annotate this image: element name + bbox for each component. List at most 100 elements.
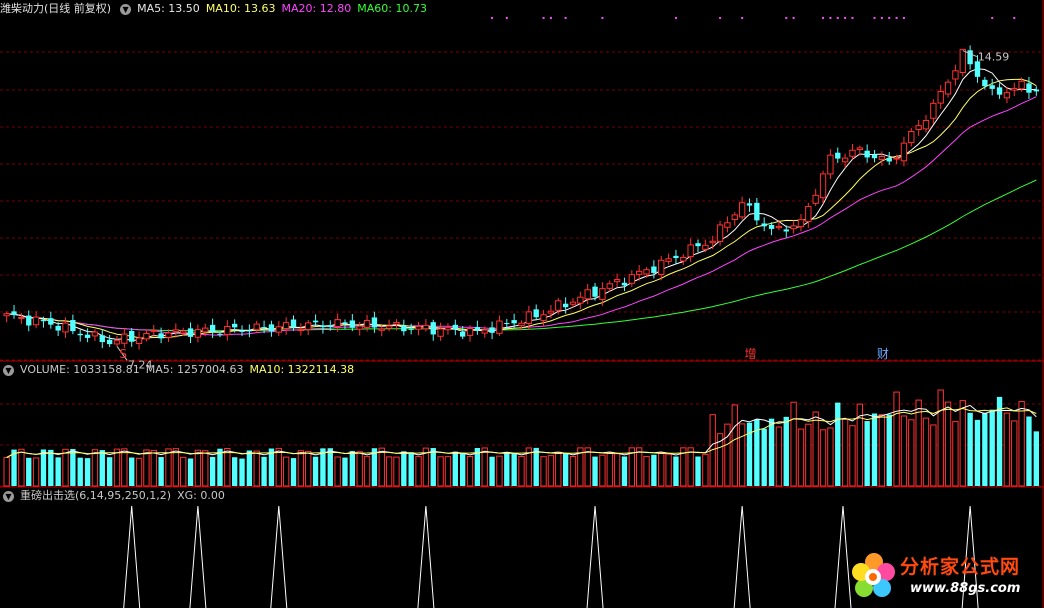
signal-dot [549, 17, 552, 19]
candle-body [1003, 92, 1011, 99]
ma5-line [6, 68, 1037, 342]
volume-bar [158, 457, 164, 486]
volume-bar [569, 455, 577, 487]
stock-chart[interactable]: 14.59 7.24S 增 财 [0, 0, 1044, 608]
volume-bar [135, 457, 143, 487]
volume-bar [952, 421, 959, 487]
candle-body [547, 310, 555, 314]
candle-body [959, 48, 966, 73]
volume-bar [783, 416, 789, 486]
xg-signal-spike [417, 505, 435, 608]
candle-body [187, 328, 194, 337]
volume-bar [702, 453, 709, 487]
volume-bar [504, 451, 510, 486]
volume-bar [327, 448, 333, 486]
candle-body [849, 149, 856, 157]
signal-dot [491, 17, 494, 19]
watermark-url: www.88gs.com [910, 581, 1021, 596]
volume-bar [194, 449, 202, 487]
volume-bar [695, 456, 701, 486]
volume-bar [401, 451, 407, 486]
volume-bar [871, 413, 878, 486]
volume-bar [202, 450, 209, 487]
candle-body [577, 296, 584, 304]
volume-bar [334, 456, 341, 487]
candle-body [709, 240, 716, 244]
volume-bar [180, 456, 187, 487]
candle-body [99, 335, 105, 343]
volume-bar [959, 400, 966, 487]
volume-bar [1018, 401, 1025, 487]
candle-body [217, 333, 223, 335]
signal-dot [895, 17, 898, 19]
candle-body [967, 50, 973, 65]
candle-body [106, 339, 113, 345]
high-marker-label: 14.59 [978, 51, 1010, 64]
volume-bar [121, 448, 128, 487]
volume-bar [84, 458, 91, 486]
volume-bar [246, 450, 253, 486]
volume-bar [430, 448, 436, 486]
candle-body [738, 202, 746, 218]
volume-bar [967, 412, 973, 486]
candle-body [635, 270, 643, 275]
volume-bar [77, 457, 83, 486]
volume-bar [651, 454, 657, 486]
volume-bar [481, 447, 488, 487]
candle-body [363, 319, 371, 328]
candle-body [231, 323, 238, 328]
volume-bar [665, 453, 672, 487]
candle-body [937, 90, 944, 104]
volume-bar [687, 447, 694, 487]
volume-bar [547, 455, 555, 487]
xg-signal-spike [189, 505, 207, 608]
volume-bar [55, 457, 61, 486]
signal-dot [505, 17, 508, 19]
candle-body [1033, 89, 1039, 92]
volume-bar [878, 414, 886, 487]
volume-bar [408, 452, 414, 486]
candle-body [886, 157, 892, 162]
candle-body [673, 255, 679, 259]
candle-body [401, 325, 407, 332]
volume-bar [129, 457, 135, 486]
candle-body [180, 330, 187, 334]
volume-bar [1011, 420, 1018, 487]
signal-dot [880, 17, 883, 19]
candle-body [349, 320, 356, 328]
candle-body [731, 214, 738, 221]
candle-body [342, 322, 348, 324]
candle-body [592, 286, 598, 297]
volume-bar [290, 458, 297, 486]
candle-body [775, 225, 783, 229]
volume-bar [466, 456, 474, 487]
candle-body [422, 324, 430, 330]
volume-bar [989, 409, 995, 486]
volume-bar [812, 411, 819, 487]
volume-bar [150, 449, 157, 487]
volume-bar [562, 453, 569, 486]
candle-body [893, 157, 900, 160]
candle-body [871, 154, 878, 159]
volume-bar [827, 427, 834, 487]
volume-bar [62, 448, 69, 487]
candle-body [687, 244, 694, 258]
candle-body [613, 279, 621, 283]
candle-body [194, 329, 202, 338]
candle-body [908, 131, 915, 144]
volume-bar [268, 448, 275, 486]
volume-bar [518, 456, 525, 487]
volume-bar [385, 456, 393, 487]
volume-bar [944, 401, 952, 487]
candle-body [48, 318, 54, 325]
volume-bar [356, 451, 363, 487]
candle-body [533, 309, 539, 318]
event-marker: 财 [877, 347, 889, 361]
candle-body [982, 79, 988, 87]
signal-dot [601, 17, 604, 19]
signal-dot [792, 17, 795, 19]
candle-body [724, 222, 731, 228]
candle-body [864, 150, 870, 158]
candle-body [695, 243, 701, 247]
volume-bar [775, 426, 783, 487]
